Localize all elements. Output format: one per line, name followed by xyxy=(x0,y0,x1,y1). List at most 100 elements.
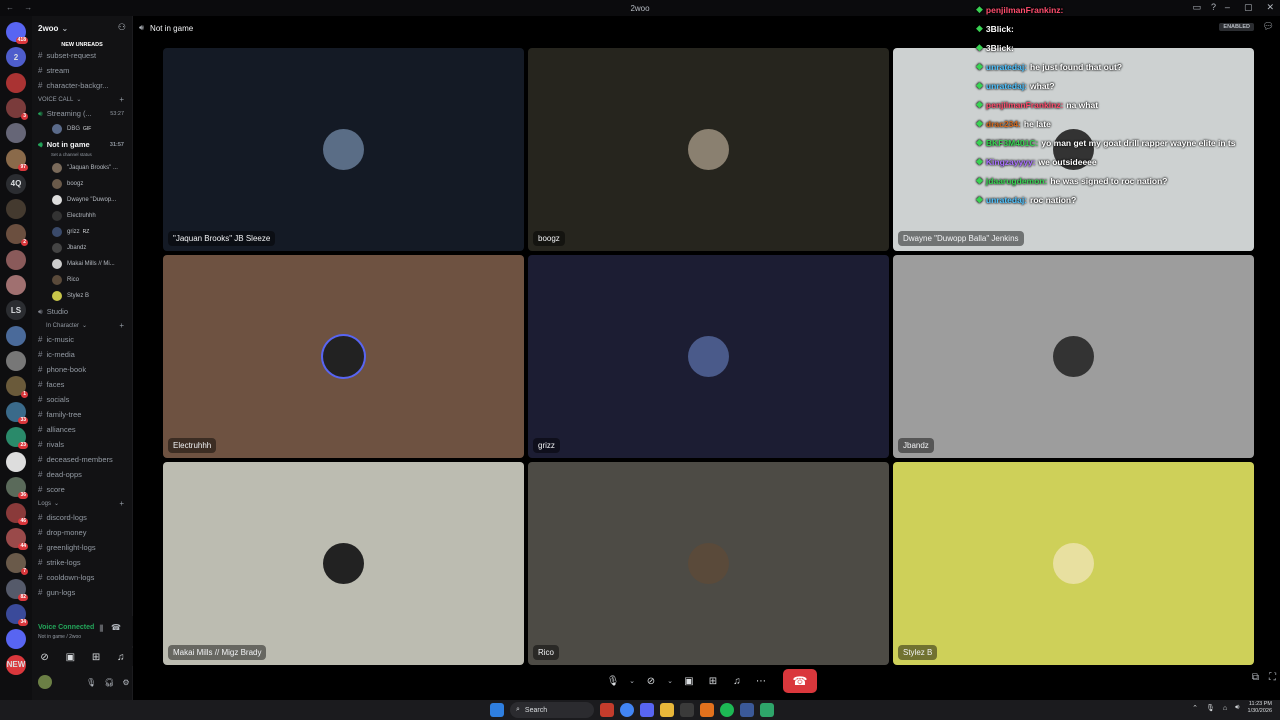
app-icon[interactable] xyxy=(740,703,754,717)
server-icon[interactable]: 1 xyxy=(6,376,28,399)
voice-user[interactable]: DBG GIF xyxy=(32,121,132,137)
channel-score[interactable]: # score xyxy=(32,482,132,497)
participant-tile[interactable]: Rico xyxy=(528,462,889,665)
server-icon[interactable] xyxy=(6,275,26,295)
category-voice-call[interactable]: VOICE CALL ⌄ + xyxy=(32,93,132,106)
voice-user[interactable]: Dwayne "Duwop... xyxy=(32,192,132,208)
file-explorer-icon[interactable] xyxy=(660,703,674,717)
help-icon[interactable]: ? xyxy=(1211,2,1216,13)
app-icon[interactable] xyxy=(700,703,714,717)
server-icon[interactable] xyxy=(6,123,26,144)
channel-socials[interactable]: # socials xyxy=(32,392,132,407)
inbox-icon[interactable]: ▭ xyxy=(1192,2,1201,13)
participant-tile[interactable]: Makai Mills // Migz Brady xyxy=(163,462,524,665)
add-channel-icon[interactable]: + xyxy=(119,321,124,330)
server-icon[interactable]: 4Q xyxy=(6,173,26,194)
server-icon[interactable]: 418 xyxy=(6,22,28,44)
channel-drop-money[interactable]: # drop-money xyxy=(32,525,132,540)
channel-family-tree[interactable]: # family-tree xyxy=(32,407,132,422)
participant-tile[interactable]: Jbandz xyxy=(893,255,1254,458)
volume-icon[interactable]: 🔊︎ xyxy=(1235,704,1239,712)
server-icon[interactable]: 46 xyxy=(6,502,28,525)
voice-user[interactable]: Rico xyxy=(32,272,132,288)
clock[interactable]: 11:23 PM 1/30/2026 xyxy=(1248,701,1272,715)
leave-call-button[interactable]: ☎ xyxy=(783,669,817,693)
activities-icon[interactable]: ⊞ xyxy=(703,671,723,691)
channel-status-prompt[interactable]: Set a channel status xyxy=(32,152,132,160)
channel-stream[interactable]: # stream xyxy=(32,63,132,78)
server-icon[interactable] xyxy=(6,325,26,346)
server-icon[interactable] xyxy=(6,629,26,650)
channel-character-backgr-[interactable]: # character-backgr... xyxy=(32,78,132,93)
soundboard-icon[interactable]: ♫ xyxy=(727,671,747,691)
add-channel-icon[interactable]: + xyxy=(119,499,124,508)
server-icon[interactable] xyxy=(6,199,26,220)
chevron-up-icon[interactable]: ⌃ xyxy=(1192,704,1198,712)
pop-out-icon[interactable]: ⧉ xyxy=(1252,672,1259,683)
close-window-button[interactable]: ✕ xyxy=(1266,2,1274,13)
more-options-icon[interactable]: ⋯ xyxy=(751,671,771,691)
headphones-icon[interactable]: 🎧︎ xyxy=(104,678,114,687)
server-icon[interactable]: 7 xyxy=(6,553,28,576)
voice-user[interactable]: Stylez B xyxy=(32,288,132,304)
invite-icon[interactable]: ⚇ xyxy=(118,22,126,33)
app-icon[interactable] xyxy=(600,703,614,717)
voice-channel-studio[interactable]: 🔊︎ Studio xyxy=(32,304,132,319)
server-icon[interactable] xyxy=(6,452,26,473)
channel-faces[interactable]: # faces xyxy=(32,377,132,392)
channel-cooldown-logs[interactable]: # cooldown-logs xyxy=(32,570,132,585)
screen-share-icon[interactable]: ▣ xyxy=(679,671,699,691)
participant-tile[interactable]: Stylez B xyxy=(893,462,1254,665)
server-icon[interactable]: 2 xyxy=(6,47,26,68)
channel-alliances[interactable]: # alliances xyxy=(32,422,132,437)
server-icon[interactable]: 34 xyxy=(6,603,28,626)
channel-greenlight-logs[interactable]: # greenlight-logs xyxy=(32,540,132,555)
channel-discord-logs[interactable]: # discord-logs xyxy=(32,510,132,525)
server-icon[interactable]: 97 xyxy=(6,148,28,171)
terminal-icon[interactable] xyxy=(680,703,694,717)
channel-gun-logs[interactable]: # gun-logs xyxy=(32,585,132,600)
add-channel-icon[interactable]: + xyxy=(119,95,124,104)
maximize-button[interactable]: ▢ xyxy=(1244,2,1253,13)
disconnect-icon[interactable]: ☎ xyxy=(111,623,121,632)
server-icon[interactable] xyxy=(6,72,26,93)
chevron-down-icon[interactable]: ⌄ xyxy=(665,671,675,691)
participant-tile[interactable]: boogz xyxy=(528,48,889,251)
server-icon[interactable]: 33 xyxy=(6,401,28,424)
network-icon[interactable]: ⌂ xyxy=(1223,705,1227,712)
chrome-icon[interactable] xyxy=(620,703,634,717)
activities-icon[interactable]: ⊞ xyxy=(92,652,100,663)
windows-start-icon[interactable] xyxy=(490,703,504,717)
channel-subset-request[interactable]: # subset-request xyxy=(32,48,132,63)
gear-icon[interactable]: ⚙ xyxy=(122,678,129,687)
minimize-button[interactable]: – xyxy=(1225,2,1230,13)
server-icon[interactable]: 36 xyxy=(6,477,28,500)
avatar[interactable] xyxy=(38,675,52,689)
voice-user[interactable]: Jbandz xyxy=(32,240,132,256)
chevron-down-icon[interactable]: ⌄ xyxy=(627,671,637,691)
microphone-icon[interactable]: 🎙︎ xyxy=(86,678,96,687)
noise-suppression-icon[interactable]: ⫼ xyxy=(99,624,103,634)
server-icon[interactable]: 2 xyxy=(6,224,28,247)
channel-dead-opps[interactable]: # dead-opps xyxy=(32,467,132,482)
voice-channel-streaming[interactable]: 🔊︎ Streaming (... 53:27 xyxy=(32,106,132,121)
camera-off-icon[interactable]: ⊘ xyxy=(40,652,48,663)
voice-channel-current[interactable]: 🔊︎ Not in game 31:57 xyxy=(32,137,132,152)
channel-deceased-members[interactable]: # deceased-members xyxy=(32,452,132,467)
server-icon[interactable] xyxy=(6,249,26,270)
participant-tile[interactable]: Electruhhh xyxy=(163,255,524,458)
back-forward-arrows[interactable]: ← → xyxy=(6,3,36,12)
channel-ic-media[interactable]: # ic-media xyxy=(32,347,132,362)
server-icon[interactable]: 82 xyxy=(6,578,28,601)
server-icon[interactable]: LS xyxy=(6,300,26,321)
voice-user[interactable]: Electruhhh xyxy=(32,208,132,224)
server-header[interactable]: 2woo ⌄ ⚇ xyxy=(32,16,132,40)
discord-icon[interactable] xyxy=(640,703,654,717)
server-icon[interactable]: 23 xyxy=(6,426,28,449)
channel-strike-logs[interactable]: # strike-logs xyxy=(32,555,132,570)
screen-share-icon[interactable]: ▣ xyxy=(66,652,75,663)
category-logs[interactable]: Logs ⌄ + xyxy=(32,497,132,510)
microphone-icon[interactable]: 🎙︎ xyxy=(603,671,623,691)
server-icon[interactable]: NEW xyxy=(6,654,26,675)
voice-user[interactable]: "Jaquan Brooks" ... xyxy=(32,160,132,176)
